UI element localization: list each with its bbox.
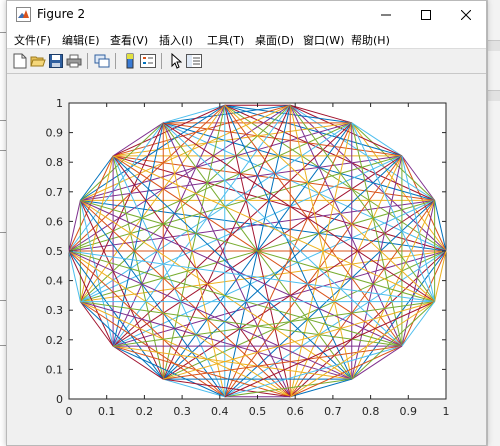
toolbar-separator [115,53,116,69]
insert-legend-button[interactable] [139,52,157,70]
print-icon [66,54,82,68]
menu-help[interactable]: 帮助(H) [351,32,390,48]
x-tick-label: 0.1 [98,405,116,418]
background-panel-tab [488,40,500,51]
menu-view[interactable]: 查看(V) [110,32,148,48]
title-bar[interactable]: Figure 2 [7,1,486,29]
maximize-icon [421,10,431,20]
maximize-button[interactable] [406,1,446,29]
menu-desktop[interactable]: 桌面(D) [255,32,294,48]
link-plot-icon [94,54,110,68]
menu-edit[interactable]: 编辑(E) [62,32,100,48]
menu-window[interactable]: 窗口(W) [303,32,344,48]
link-plot-button[interactable] [93,52,111,70]
x-tick-label: 0.3 [173,405,191,418]
x-tick-label: 0.5 [249,405,267,418]
y-tick-label: 0.8 [46,156,64,169]
y-tick-label: 0 [56,393,63,406]
x-tick-label: 1 [443,405,450,418]
new-figure-button[interactable] [11,52,29,70]
edit-plot-arrow-icon [171,53,182,69]
plot-svg: 0 0.1 0.2 0.3 0.4 0.5 0.6 0.7 0.8 0.9 1 0 0.1 0.2 0.3… [46,97,450,418]
menu-insert[interactable]: 插入(I) [159,32,193,48]
y-tick-label: 0.9 [46,127,64,140]
property-inspector-button[interactable] [185,52,203,70]
save-button[interactable] [47,52,65,70]
menu-tools[interactable]: 工具(T) [207,32,244,48]
toolbar-separator [87,53,88,69]
figure-toolbar [7,48,486,74]
x-tick-label: 0.9 [400,405,418,418]
y-tick-label: 0.3 [46,304,64,317]
y-tick-label: 1 [56,97,63,110]
new-figure-icon [13,53,27,69]
y-tick-label: 0.1 [46,363,64,376]
open-file-icon [30,56,46,67]
menu-file[interactable]: 文件(F) [14,32,51,48]
insert-colorbar-icon [126,53,134,69]
matlab-logo-icon [16,7,31,22]
insert-legend-icon [140,54,156,68]
x-tick-label: 0.7 [324,405,342,418]
window-title: Figure 2 [37,7,86,21]
x-tick-label: 0.8 [362,405,380,418]
y-tick-label: 0.2 [46,334,64,347]
menu-bar: 文件(F) 编辑(E) 查看(V) 插入(I) 工具(T) 桌面(D) 窗口(W… [7,29,486,48]
background-workspace-panel [487,0,500,446]
y-tick-label: 0.5 [46,245,64,258]
x-tick-label: 0.4 [211,405,229,418]
minimize-button[interactable] [366,1,406,29]
edit-plot-button[interactable] [167,52,185,70]
print-button[interactable] [65,52,83,70]
y-tick-label: 0.6 [46,215,64,228]
figure-canvas: 0 0.1 0.2 0.3 0.4 0.5 0.6 0.7 0.8 0.9 1 0 0.1 0.2 0.3… [7,74,486,445]
property-inspector-icon [186,54,202,68]
x-tick-label: 0.6 [286,405,304,418]
figure-window: Figure 2 文件(F) 编辑(E) 查看(V) 插入(I) 工具(T) 桌… [6,0,487,446]
x-tick-label: 0.2 [136,405,154,418]
close-button[interactable] [446,1,486,29]
minimize-icon [381,14,391,16]
insert-colorbar-button[interactable] [121,52,139,70]
x-tick-label: 0 [66,405,73,418]
background-panel-tab [488,90,500,101]
save-icon [49,54,63,68]
close-icon [461,10,471,20]
open-file-button[interactable] [29,52,47,70]
toolbar-separator [161,53,162,69]
y-tick-label: 0.4 [46,275,64,288]
y-tick-label: 0.7 [46,186,64,199]
